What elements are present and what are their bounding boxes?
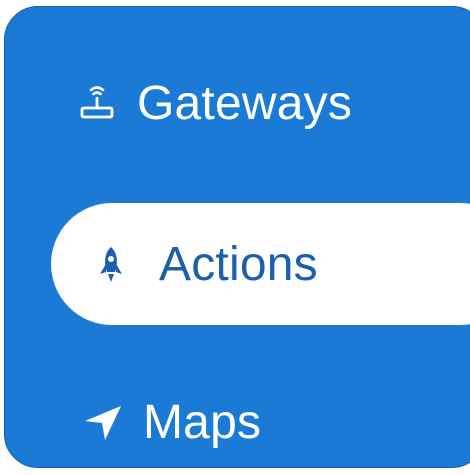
sidebar-item-actions[interactable]: Actions	[51, 203, 470, 325]
location-arrow-icon	[81, 400, 125, 444]
sidebar-item-maps[interactable]: Maps	[81, 389, 261, 455]
sidebar-nav: Gateways Actions Maps	[4, 6, 470, 468]
sidebar-item-label: Maps	[143, 395, 262, 449]
sidebar-item-gateways[interactable]: Gateways	[75, 72, 352, 134]
sidebar-item-label: Gateways	[137, 76, 353, 130]
sidebar-item-label: Actions	[159, 237, 318, 291]
router-icon	[75, 81, 119, 125]
rocket-icon	[89, 242, 133, 286]
